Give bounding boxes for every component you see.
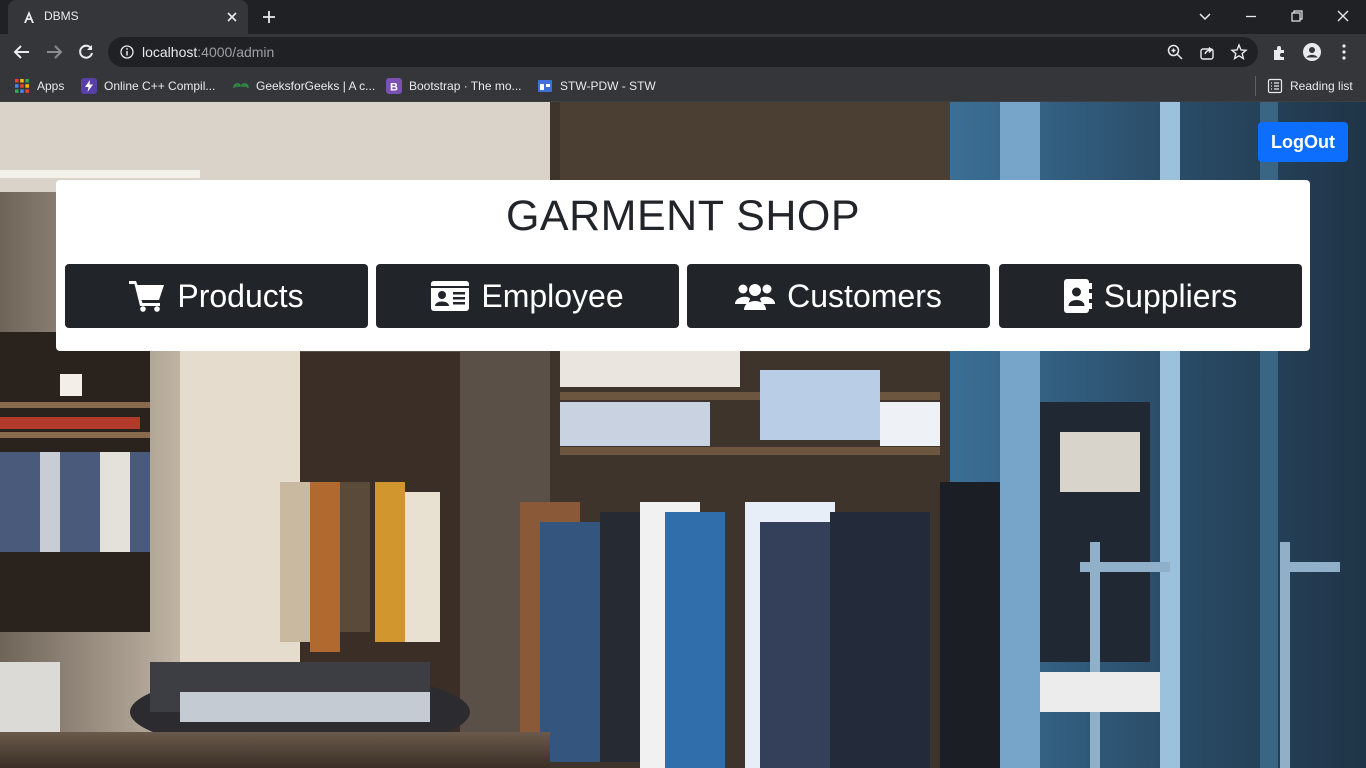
bookmark-bootstrap[interactable]: B Bootstrap · The mo... [386,77,522,95]
bookmark-geeksforgeeks[interactable]: GeeksforGeeks | A c... [233,77,375,95]
id-card-icon [431,281,470,311]
customers-button[interactable]: Customers [687,264,990,328]
bookmark-stw[interactable]: STW-PDW - STW [537,77,656,95]
svg-text:B: B [390,82,398,94]
close-tab-icon[interactable] [224,9,240,25]
restore-icon[interactable] [1287,6,1307,26]
bookmark-label: Bootstrap · The mo... [409,79,522,93]
logout-button[interactable]: LogOut [1258,122,1348,162]
bookmark-label: GeeksforGeeks | A c... [256,79,376,93]
suppliers-label: Suppliers [1103,277,1238,314]
angular-icon [24,11,34,23]
bolt-icon [81,78,97,94]
suppliers-button[interactable]: Suppliers [999,264,1302,328]
apps-grid-icon [15,79,29,93]
extensions-icon[interactable] [1270,42,1290,62]
gfg-icon [233,83,249,89]
page-title: GARMENT SHOP [505,192,861,240]
site-info-icon[interactable] [120,45,134,59]
bookmark-apps[interactable]: Apps [14,77,64,95]
address-book-icon [1063,279,1092,313]
bookmark-label: Apps [37,79,65,93]
browser-toolbar: localhost:4000/admin [0,34,1366,70]
bootstrap-icon: B [386,78,402,94]
menu-kebab-icon[interactable] [1334,42,1354,62]
bookmarks-bar: Apps Online C++ Compil... GeeksforGeeks … [0,70,1366,102]
bookmark-separator [1255,76,1256,96]
window-icon [538,80,552,92]
shopping-cart-icon [129,281,165,312]
employee-label: Employee [481,277,624,314]
users-icon [735,284,776,310]
url-path: :4000/admin [197,44,275,60]
close-window-icon[interactable] [1333,6,1353,26]
browser-tab[interactable]: DBMS [8,0,248,34]
products-label: Products [177,277,304,314]
zoom-icon[interactable] [1166,43,1184,61]
back-arrow-icon[interactable] [12,42,32,62]
reading-list-button[interactable]: Reading list [1267,77,1353,95]
reading-list-icon [1267,78,1283,94]
bookmark-online-cpp[interactable]: Online C++ Compil... [81,77,215,95]
minimize-icon[interactable] [1241,6,1261,26]
tab-search-chevron-icon[interactable] [1195,6,1215,26]
address-bar[interactable]: localhost:4000/admin [108,37,1258,67]
url-text: localhost:4000/admin [142,44,274,60]
profile-avatar-icon[interactable] [1302,42,1322,62]
tab-title: DBMS [44,9,79,23]
new-tab-icon[interactable] [260,8,278,26]
page-viewport: LogOut GARMENT SHOP Products Employee Cu… [0,102,1366,768]
bookmark-label: STW-PDW - STW [560,79,656,93]
reload-icon[interactable] [76,42,96,62]
bookmark-star-icon[interactable] [1230,43,1248,61]
url-host: localhost [142,44,198,60]
customers-label: Customers [787,277,942,314]
browser-tab-strip: DBMS [0,0,1366,34]
products-button[interactable]: Products [65,264,368,328]
bookmark-label: Online C++ Compil... [104,79,216,93]
share-icon[interactable] [1198,43,1216,61]
forward-arrow-icon[interactable] [44,42,64,62]
dashboard-card: GARMENT SHOP Products Employee Customers… [56,180,1310,351]
reading-list-label: Reading list [1290,79,1353,93]
employee-button[interactable]: Employee [376,264,679,328]
